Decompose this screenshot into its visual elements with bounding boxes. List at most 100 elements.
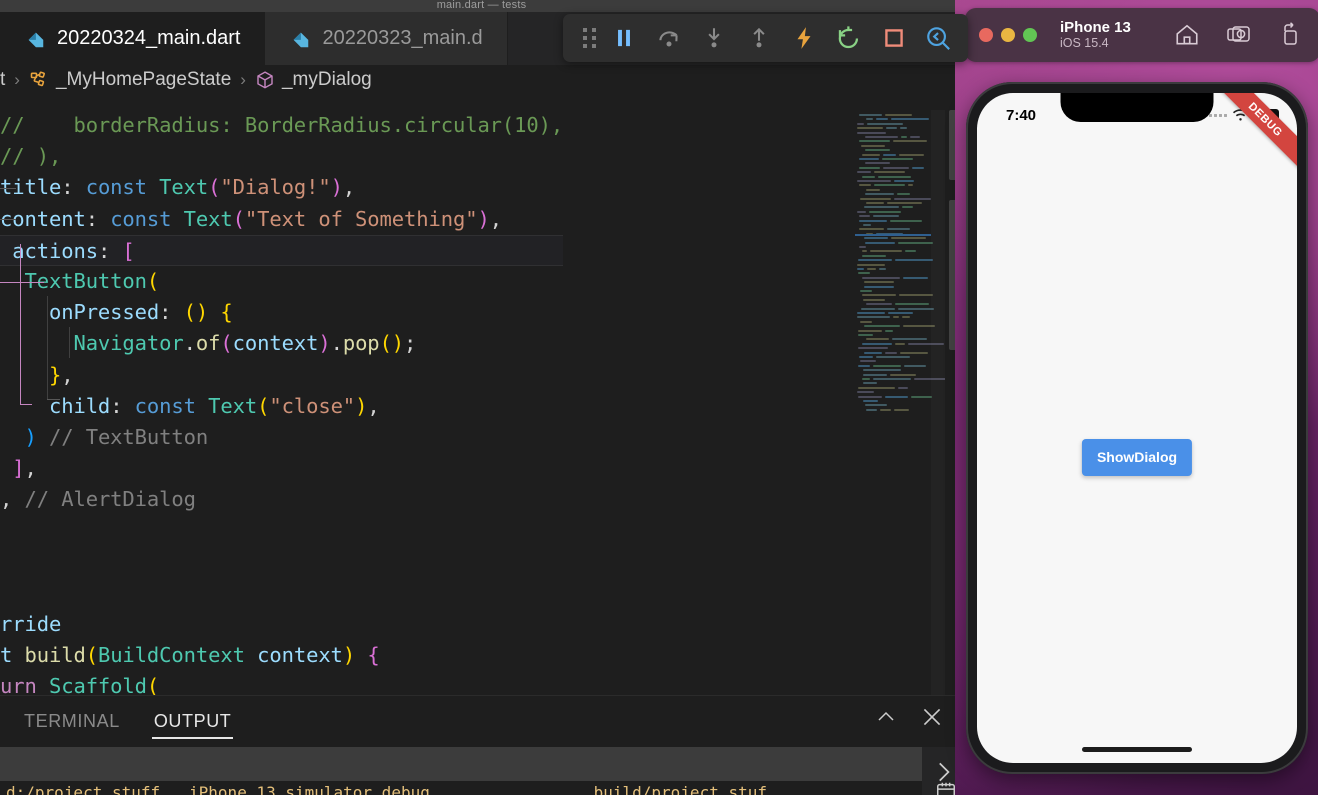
- step-out-button[interactable]: [736, 14, 781, 62]
- code-token: ,: [342, 175, 356, 200]
- code-line-16: rride: [0, 609, 563, 640]
- code-line-6: onPressed: () {: [0, 297, 563, 328]
- code-token: ): [318, 331, 331, 356]
- output-text: d:/project_stuff___iPhone 13_simulator_d…: [6, 783, 767, 795]
- step-into-button[interactable]: [691, 14, 736, 62]
- window-controls: [979, 28, 1037, 42]
- minimap-line: [895, 303, 929, 306]
- minimap-line: [887, 202, 922, 204]
- bottom-panel: TERMINAL OUTPUT d:/project_stuff___iPhon…: [0, 695, 963, 795]
- minimap-line: [857, 263, 885, 266]
- minimap-line: [865, 149, 890, 152]
- collapse-panel-button[interactable]: [871, 702, 901, 732]
- minimap-line: [885, 351, 897, 354]
- minimap-line: [895, 259, 933, 262]
- minimap-line: [897, 193, 910, 196]
- close-window-button[interactable]: [979, 28, 993, 42]
- minimap-line: [866, 188, 880, 191]
- breadcrumb-item-class[interactable]: _MyHomePageState: [29, 69, 231, 91]
- code-token: :: [159, 300, 184, 325]
- minimap-line: [866, 408, 877, 411]
- minimap-line: [857, 171, 871, 174]
- minimap-line: [863, 224, 871, 226]
- drag-handle[interactable]: [583, 28, 597, 48]
- code-token: // AlertDialog: [12, 487, 196, 512]
- tab-output-label: OUTPUT: [153, 710, 232, 731]
- code-token: "Text of Something": [244, 206, 478, 231]
- show-dialog-button[interactable]: ShowDialog: [1081, 439, 1193, 476]
- code-token: (: [257, 393, 270, 418]
- bracket-connector: [0, 282, 44, 283]
- minimap-line: [859, 356, 873, 358]
- code-token: ): [342, 643, 356, 668]
- minimap-line: [866, 303, 892, 306]
- minimap-line: [859, 215, 870, 218]
- indent-guide-foot: [47, 399, 60, 400]
- minimap-line: [885, 329, 893, 332]
- minimap-line: [865, 136, 898, 138]
- minimap-line: [857, 127, 883, 130]
- device-screen[interactable]: 7:40 DEBUG ShowDialog: [977, 93, 1297, 763]
- editor-tab-0-label: 20220324_main.dart: [57, 27, 241, 49]
- minimap-line: [901, 136, 907, 138]
- code-token: (: [208, 175, 221, 200]
- code-token: const: [85, 175, 147, 200]
- minimap-line: [874, 171, 905, 174]
- code-editor[interactable]: // borderRadius: BorderRadius.circular(1…: [0, 110, 963, 695]
- stop-button[interactable]: [871, 14, 916, 62]
- code-token: // TextButton: [36, 424, 209, 449]
- editor-tab-1[interactable]: 20220323_main.d: [265, 12, 508, 65]
- minimap-line: [869, 210, 901, 213]
- screenshot-icon[interactable]: [1226, 22, 1252, 48]
- minimap-line: [860, 320, 872, 323]
- tab-terminal[interactable]: TERMINAL: [22, 705, 122, 739]
- minimap-line: [910, 136, 920, 138]
- minimap-line: [903, 276, 928, 279]
- minimap-line: [898, 386, 908, 389]
- code-token: .: [330, 331, 343, 356]
- class-icon: [30, 71, 45, 87]
- minimize-window-button[interactable]: [1001, 28, 1015, 42]
- minimap-line: [860, 360, 876, 363]
- close-panel-button[interactable]: [917, 702, 947, 732]
- minimap-line: [862, 294, 896, 297]
- code-line-3: content: const Text("Text of Something")…: [0, 204, 563, 235]
- code-token: ): [0, 424, 37, 449]
- dart-icon: [28, 32, 44, 47]
- minimap-line: [888, 312, 913, 314]
- pause-button[interactable]: [601, 14, 646, 62]
- minimap-line: [857, 316, 890, 319]
- panel-tab-bar: TERMINAL OUTPUT: [0, 696, 963, 747]
- minimap-slider[interactable]: [931, 110, 945, 695]
- breadcrumb-item-method[interactable]: _myDialog: [255, 69, 372, 91]
- hot-reload-button[interactable]: [781, 14, 826, 62]
- editor-tab-0[interactable]: 20220324_main.dart: [0, 12, 266, 65]
- code-token: ): [330, 175, 343, 200]
- dart-icon: [294, 32, 309, 47]
- code-token: "close": [269, 393, 356, 418]
- home-icon[interactable]: [1174, 22, 1200, 48]
- minimap-line: [859, 219, 887, 222]
- breadcrumb-item-file[interactable]: t: [0, 69, 5, 91]
- minimap-line: [863, 373, 887, 376]
- maximize-window-button[interactable]: [1023, 28, 1037, 42]
- code-token: {: [367, 643, 380, 668]
- code-token: :: [97, 238, 123, 263]
- inspect-widget-button[interactable]: [916, 14, 961, 62]
- minimap[interactable]: [855, 110, 945, 695]
- minimap-line: [859, 140, 890, 143]
- step-over-button[interactable]: [646, 14, 691, 62]
- iphone-device: 7:40 DEBUG ShowDialog: [966, 82, 1308, 774]
- tab-output[interactable]: OUTPUT: [151, 705, 234, 739]
- code-token: ;: [404, 331, 417, 356]
- minimap-line: [861, 307, 895, 310]
- minimap-line: [883, 153, 896, 156]
- code-token: [: [122, 238, 135, 263]
- hot-restart-button[interactable]: [826, 14, 871, 62]
- minimap-line: [858, 347, 888, 350]
- rotate-icon[interactable]: [1278, 22, 1302, 48]
- minimap-line: [865, 241, 895, 244]
- minimap-line: [860, 197, 891, 200]
